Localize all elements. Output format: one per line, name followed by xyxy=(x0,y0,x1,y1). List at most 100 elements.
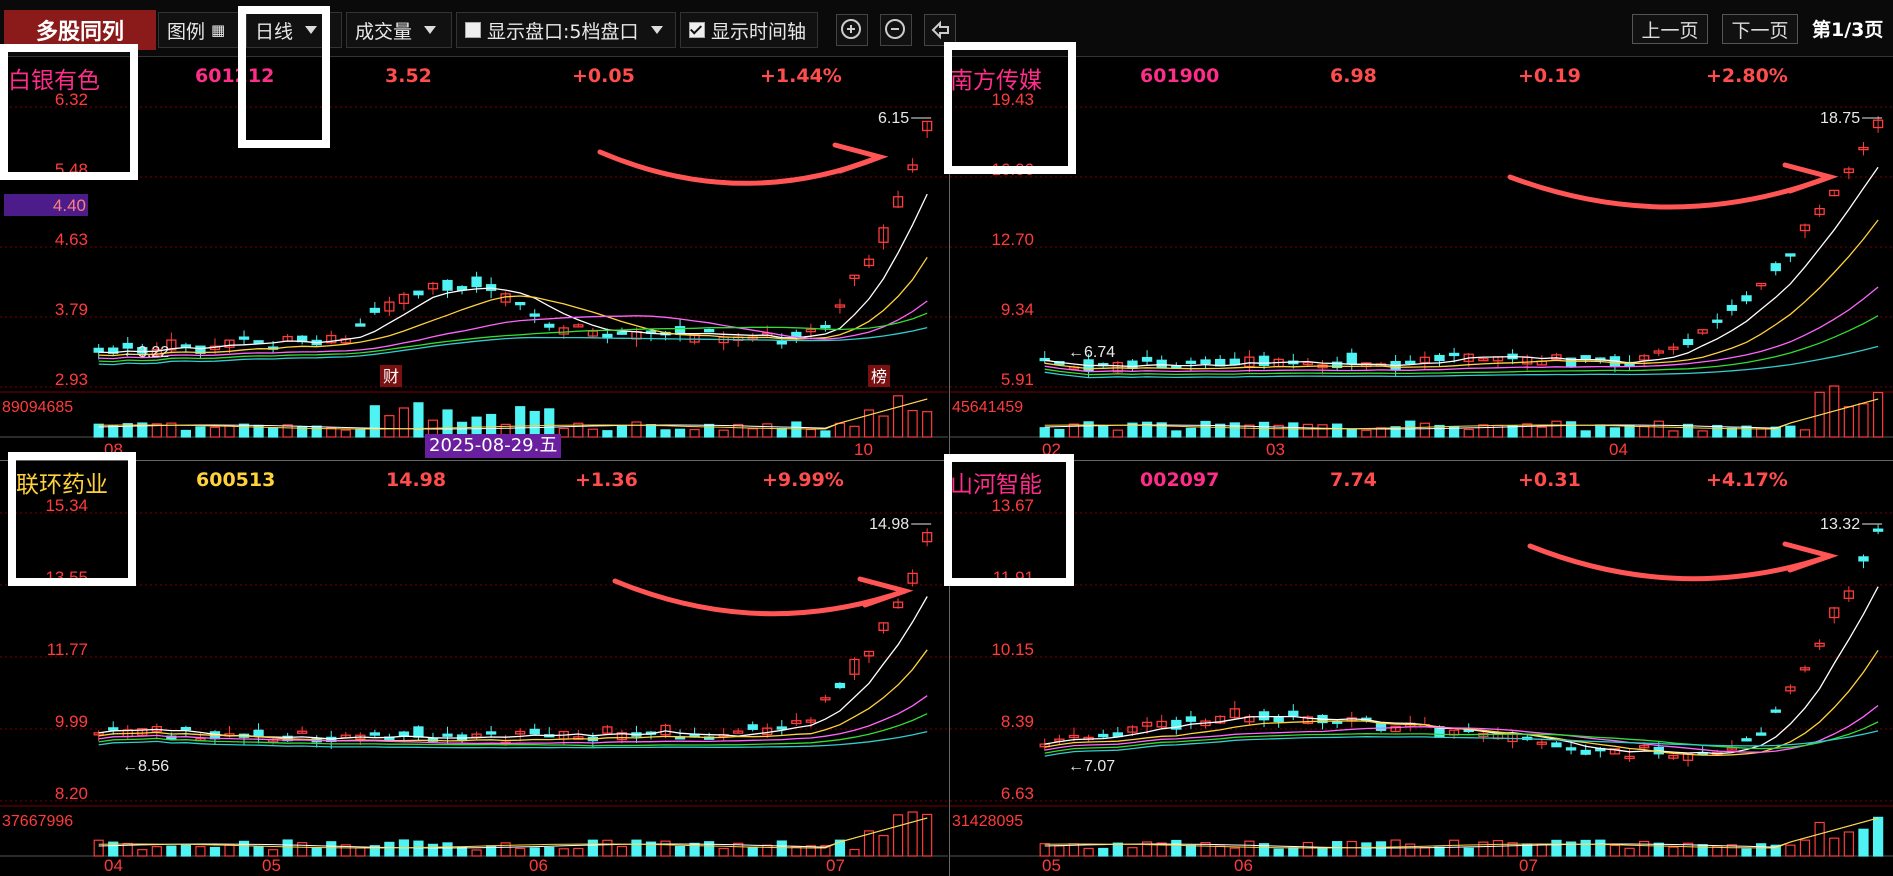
volume-bar xyxy=(1127,847,1138,857)
stock-panel-lianhuan[interactable]: 15.34 13.55 11.77 9.99 8.20 37667996 04 05 06 07 1… xyxy=(0,461,948,876)
candlestick xyxy=(1770,263,1781,272)
volume-bar xyxy=(544,846,555,857)
moving-average-line xyxy=(98,596,928,740)
volume-bar xyxy=(1288,422,1299,438)
stock-panel-nanfang[interactable]: 19.43 16.06 12.70 9.34 5.91 45641459 02 03 04 18.… xyxy=(950,57,1893,460)
volume-max-label: 89094685 xyxy=(2,399,73,416)
volume-bar xyxy=(573,847,584,857)
stock-panel-baiyin[interactable]: 6.32 5.48 4.63 3.79 2.93 89094685 08 10 6.15 ←3.2… xyxy=(0,57,948,460)
volume-bar xyxy=(515,847,526,857)
highlight-box xyxy=(8,452,136,586)
volume-bar xyxy=(1756,428,1767,438)
volume-max-label: 37667996 xyxy=(2,813,73,830)
volume-bar xyxy=(1054,845,1065,857)
stock-panel-shanhe[interactable]: 13.67 11.91 10.15 8.39 6.63 31428095 05 06 07 13.… xyxy=(950,461,1893,876)
volume-bar xyxy=(137,849,148,857)
volume-bar xyxy=(1536,843,1547,857)
volume-bar xyxy=(1419,422,1430,438)
volume-bar xyxy=(631,839,642,857)
next-page-button[interactable]: 下一页 xyxy=(1722,14,1798,44)
zoom-in-button[interactable] xyxy=(836,14,868,46)
volume-bar xyxy=(1273,848,1284,857)
x-axis-label: 07 xyxy=(826,856,845,875)
time-axis-toggle[interactable]: 显示时间轴 xyxy=(680,12,818,48)
volume-bar xyxy=(922,411,933,438)
candlestick xyxy=(1858,556,1869,562)
stock-code: 601900 xyxy=(1140,65,1220,87)
volume-bar xyxy=(660,429,671,438)
high-price-marker: 18.75 xyxy=(1820,110,1860,127)
kline-chart[interactable]: 13.6711.9110.158.396.633142809505 06 0713.… xyxy=(950,461,1893,876)
candlestick xyxy=(413,290,424,296)
zoom-out-button[interactable] xyxy=(880,14,912,46)
candlestick xyxy=(776,726,787,730)
candlestick xyxy=(1872,528,1884,532)
volume-bar xyxy=(834,422,846,438)
candlestick xyxy=(776,340,787,345)
kline-chart[interactable]: 15.3413.5511.779.998.203766799604 05 06 071… xyxy=(0,461,948,876)
annotation-arrow xyxy=(612,578,908,617)
candlestick xyxy=(369,732,380,736)
volume-bar xyxy=(1624,847,1635,857)
candlestick xyxy=(1127,360,1138,369)
volume-bar xyxy=(384,841,395,857)
volume-bar xyxy=(1361,429,1372,438)
volume-bar xyxy=(791,846,802,857)
volume-bar xyxy=(1463,428,1474,438)
volume-bar xyxy=(1551,420,1562,438)
volume-bar xyxy=(326,841,337,857)
volume-bar xyxy=(253,845,264,857)
volume-bar xyxy=(1317,424,1328,438)
candlestick xyxy=(1551,742,1562,748)
volume-bar xyxy=(1346,428,1357,438)
volume-bar xyxy=(762,423,773,438)
candlestick xyxy=(1405,360,1416,364)
volume-bar xyxy=(1171,430,1182,438)
checkbox-icon[interactable] xyxy=(465,22,481,38)
volume-bar xyxy=(529,847,540,857)
volume-bar xyxy=(1507,842,1518,857)
volume-bar xyxy=(1039,427,1050,438)
x-axis-label: 04 xyxy=(104,856,123,875)
candlestick xyxy=(1156,359,1167,369)
y-axis-label: 8.20 xyxy=(55,784,88,803)
volume-bar xyxy=(1185,844,1197,857)
chevron-down-icon xyxy=(650,26,663,34)
legend-button[interactable]: 图例 ▦ xyxy=(158,12,242,48)
volume-bar xyxy=(384,415,395,438)
volume-bar xyxy=(267,427,279,438)
volume-bar xyxy=(1171,839,1182,857)
indicator-dropdown[interactable]: 成交量 xyxy=(346,12,452,48)
depth-toggle[interactable]: 显示盘口:5档盘口 xyxy=(456,12,676,48)
volume-bar xyxy=(1098,425,1109,438)
prev-page-button[interactable]: 上一页 xyxy=(1632,14,1708,44)
candlestick xyxy=(820,324,831,329)
volume-bar xyxy=(1785,844,1796,857)
kline-chart[interactable]: 19.4316.0612.709.345.914564145902 03 0418.… xyxy=(950,57,1893,460)
stock-change-pct: +1.44% xyxy=(760,65,842,87)
volume-bar xyxy=(1653,842,1664,857)
volume-bar xyxy=(151,846,162,857)
checkbox-checked-icon[interactable] xyxy=(689,22,705,38)
volume-bar xyxy=(718,847,729,857)
volume-bar xyxy=(1405,843,1416,857)
x-axis-label: 06 xyxy=(529,856,548,875)
candlestick xyxy=(1185,360,1197,364)
stock-change: +0.05 xyxy=(572,65,635,87)
back-arrow-icon xyxy=(931,20,949,40)
volume-bar xyxy=(471,849,482,857)
candlestick xyxy=(1258,711,1270,721)
stock-change-pct: +4.17% xyxy=(1706,469,1788,491)
volume-bar xyxy=(108,425,119,438)
cursor-date-tag: 2025-08-29.五 xyxy=(425,434,562,458)
candlestick xyxy=(1185,716,1197,722)
kline-chart[interactable]: 6.325.484.633.792.938909468508 106.15←3.2… xyxy=(0,57,948,460)
volume-bar xyxy=(398,407,410,438)
stock-header: 联环药业 600513 14.98 +1.36 +9.99% xyxy=(0,461,948,499)
volume-bar xyxy=(442,842,453,857)
volume-bar xyxy=(1083,421,1094,438)
volume-bar xyxy=(355,429,366,438)
candlestick xyxy=(253,729,264,737)
volume-bar xyxy=(1624,425,1635,438)
volume-max-label: 31428095 xyxy=(952,813,1023,830)
